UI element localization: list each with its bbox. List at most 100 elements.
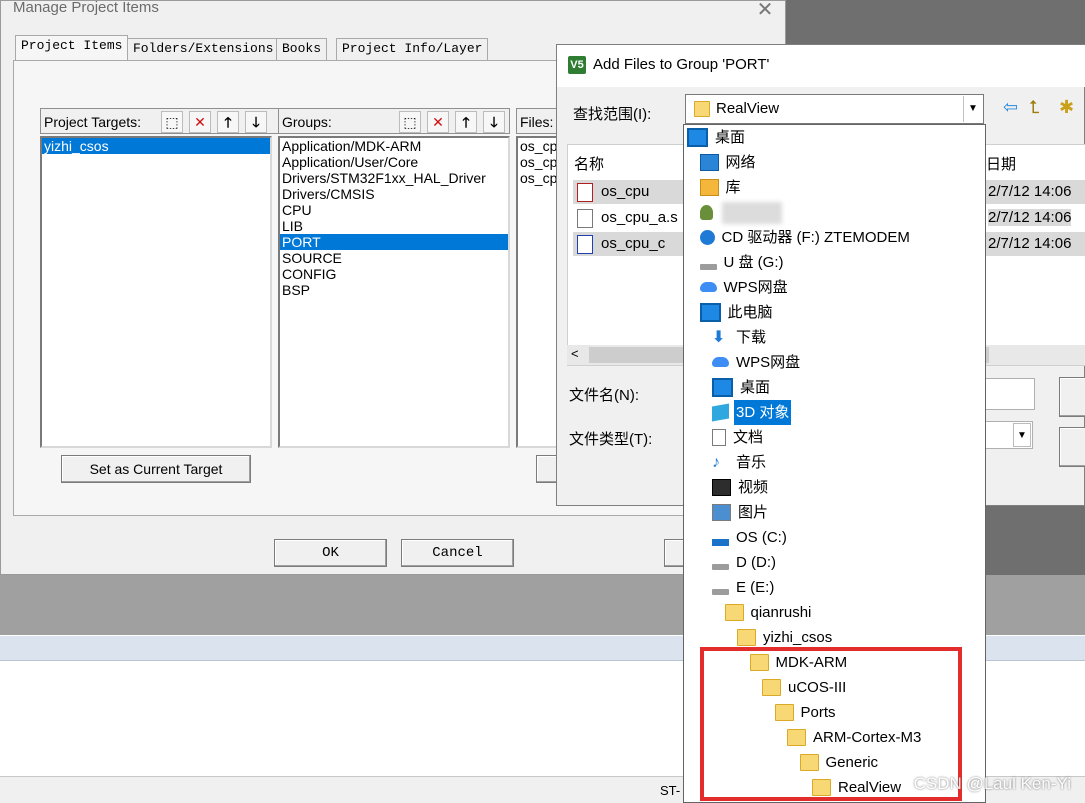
- dropdown-item-label: 音乐: [736, 454, 767, 471]
- list-item[interactable]: BSP: [280, 282, 508, 298]
- network-icon: [699, 153, 719, 171]
- desktop-icon: [712, 377, 733, 397]
- folder-icon: [694, 101, 710, 117]
- column-header-date[interactable]: 日期: [986, 153, 1016, 174]
- dropdown-item-label: 文档: [733, 429, 764, 446]
- list-item[interactable]: Drivers/CMSIS: [280, 186, 508, 202]
- music-icon: ♪: [712, 453, 720, 471]
- back-icon[interactable]: ⇦: [1003, 97, 1018, 118]
- dropdown-item[interactable]: ⬇ 下载: [712, 325, 768, 350]
- list-item[interactable]: SOURCE: [280, 250, 508, 266]
- column-header-name[interactable]: 名称: [574, 153, 604, 174]
- list-item[interactable]: CONFIG: [280, 266, 508, 282]
- move-down-icon[interactable]: 🡓: [483, 111, 505, 133]
- dropdown-item[interactable]: 网络: [699, 150, 758, 175]
- status-text: ST-: [660, 783, 681, 798]
- drive-icon: [712, 564, 729, 571]
- targets-list[interactable]: yizhi_csos: [40, 136, 272, 448]
- cloud-icon: [712, 357, 729, 368]
- list-item[interactable]: LIB: [280, 218, 508, 234]
- list-item[interactable]: Application/MDK-ARM: [280, 138, 508, 154]
- dropdown-item-label: 桌面: [740, 379, 771, 396]
- dropdown-item[interactable]: 桌面: [712, 375, 772, 400]
- document-icon: [712, 428, 726, 446]
- new-icon[interactable]: ⬚: [399, 111, 421, 133]
- move-down-icon[interactable]: 🡓: [245, 111, 267, 133]
- move-up-icon[interactable]: 🡑: [217, 111, 239, 133]
- dropdown-item[interactable]: CD 驱动器 (F:) ZTEMODEM: [699, 225, 912, 250]
- desktop-icon: [687, 127, 708, 147]
- dropdown-item-label: E (E:): [736, 579, 775, 596]
- tab-project-items[interactable]: Project Items: [15, 35, 129, 61]
- dropdown-item[interactable]: [699, 200, 782, 225]
- dropdown-item-label: 图片: [738, 504, 769, 521]
- dropdown-item[interactable]: qianrushi: [724, 600, 814, 625]
- dropdown-item[interactable]: 桌面: [687, 125, 747, 150]
- dropdown-item-label: D (D:): [736, 554, 776, 571]
- dropdown-item-label: OS (C:): [736, 529, 787, 546]
- chevron-down-icon[interactable]: ▼: [963, 96, 982, 122]
- delete-icon[interactable]: ✕: [189, 111, 211, 133]
- dropdown-item-label: 视频: [738, 479, 769, 496]
- close-button[interactable]: [1059, 427, 1085, 467]
- dialog-title: Add Files to Group 'PORT': [593, 56, 770, 73]
- look-in-value: RealView: [716, 100, 780, 117]
- dropdown-item-label: 下载: [736, 329, 767, 346]
- new-icon[interactable]: ⬚: [161, 111, 183, 133]
- dropdown-item[interactable]: 库: [699, 175, 743, 200]
- dropdown-item[interactable]: OS (C:): [712, 525, 789, 550]
- up-folder-icon[interactable]: ⮤: [1029, 97, 1040, 118]
- dropdown-item-label: qianrushi: [750, 604, 812, 621]
- list-item[interactable]: PORT: [280, 234, 508, 250]
- groups-list[interactable]: Application/MDK-ARM Application/User/Core…: [278, 136, 510, 448]
- c-file-icon: [577, 235, 593, 254]
- tab-project-info-layer[interactable]: Project Info/Layer: [336, 38, 489, 60]
- groups-header: Groups: ⬚ ✕ 🡑 🡓: [278, 108, 510, 134]
- cd-drive-icon: [699, 229, 715, 245]
- filetype-combo[interactable]: ▼: [985, 421, 1033, 449]
- look-in-combo[interactable]: RealView ▼: [685, 94, 984, 124]
- list-item[interactable]: Application/User/Core: [280, 154, 508, 170]
- file-name: os_cpu: [601, 183, 650, 200]
- files-label: Files:: [520, 114, 554, 130]
- delete-icon[interactable]: ✕: [427, 111, 449, 133]
- file-date: 2/7/12 14:06: [988, 235, 1072, 252]
- dropdown-item[interactable]: 3D 对象: [712, 400, 792, 425]
- scroll-left-icon[interactable]: <: [571, 346, 579, 361]
- dropdown-item[interactable]: 文档: [712, 425, 765, 450]
- close-icon[interactable]: ✕: [753, 0, 777, 22]
- filename-input[interactable]: [985, 378, 1035, 410]
- dropdown-item[interactable]: 图片: [712, 500, 770, 525]
- list-item[interactable]: Drivers/STM32F1xx_HAL_Driver: [280, 170, 508, 186]
- add-button[interactable]: [1059, 377, 1085, 417]
- tab-folders-extensions[interactable]: Folders/Extensions: [127, 38, 280, 60]
- set-current-target-button[interactable]: Set as Current Target: [61, 455, 251, 483]
- usb-drive-icon: [699, 264, 717, 271]
- list-item[interactable]: CPU: [280, 202, 508, 218]
- dialog-titlebar: V5 Add Files to Group 'PORT': [557, 45, 1085, 87]
- library-icon: [699, 178, 719, 196]
- groups-label: Groups:: [282, 114, 332, 130]
- move-up-icon[interactable]: 🡑: [455, 111, 477, 133]
- dropdown-item[interactable]: 视频: [712, 475, 770, 500]
- filetype-label: 文件类型(T):: [569, 431, 653, 448]
- dropdown-item-label: 桌面: [715, 129, 746, 146]
- dropdown-item[interactable]: WPS网盘: [712, 350, 802, 375]
- dropdown-item[interactable]: WPS网盘: [699, 275, 790, 300]
- chevron-down-icon[interactable]: ▼: [1013, 423, 1031, 447]
- dropdown-item[interactable]: ♪ 音乐: [712, 450, 768, 475]
- dropdown-item[interactable]: U 盘 (G:): [699, 250, 786, 275]
- dropdown-item[interactable]: 此电脑: [699, 300, 775, 325]
- list-item[interactable]: yizhi_csos: [42, 138, 270, 154]
- ok-button[interactable]: OK: [274, 539, 387, 567]
- new-folder-icon[interactable]: ✱: [1059, 97, 1074, 118]
- dropdown-item[interactable]: E (E:): [712, 575, 776, 600]
- tab-books[interactable]: Books: [276, 38, 328, 60]
- dropdown-item-label: U 盘 (G:): [723, 254, 784, 271]
- dropdown-item-label: CD 驱动器 (F:) ZTEMODEM: [721, 229, 910, 246]
- cancel-button[interactable]: Cancel: [401, 539, 514, 567]
- file-name: os_cpu_c: [601, 235, 666, 252]
- pictures-icon: [712, 503, 731, 521]
- dropdown-item-label: 网络: [725, 154, 756, 171]
- dropdown-item[interactable]: D (D:): [712, 550, 778, 575]
